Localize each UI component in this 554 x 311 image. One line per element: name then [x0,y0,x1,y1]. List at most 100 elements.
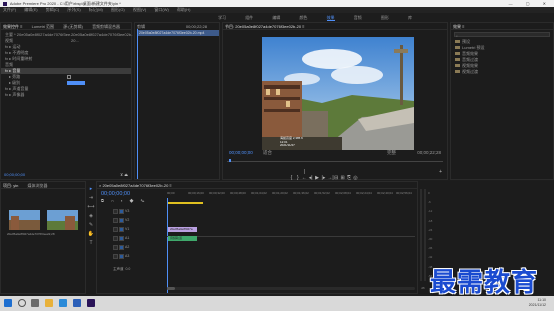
project-thumb-1[interactable] [9,210,40,230]
workspace-graphics[interactable]: 图形 [381,15,389,20]
system-clock[interactable]: 11:10 2021/11/12 [529,298,546,308]
master-track-label: 主声道 [113,267,124,271]
track-v3[interactable]: V3 [97,208,215,215]
timeline-scrollbar[interactable] [167,287,415,290]
type-tool-icon[interactable]: T [86,240,96,246]
ec-row-level[interactable]: ▸ 级别 [1,80,131,86]
ec-timecode[interactable]: 00;00;00;00 [4,172,25,177]
timeline-scroll-thumb[interactable] [167,287,175,290]
lock-icon[interactable] [113,208,118,214]
tab-source[interactable]: 源:(无剪辑) [63,24,83,29]
work-area-bar[interactable] [167,202,203,204]
timeline-header: × 20e05a0e8f027a4de7076f3ee02b-20 ≡ [97,182,417,189]
timeline-tool-icons[interactable]: ⧉ ∩ ▪ ◆ ✎ [101,198,147,203]
menu-view[interactable]: 视图(V) [133,7,146,12]
hand-tool-icon[interactable]: ✋ [86,231,96,237]
fit-dropdown[interactable]: 适合 [263,150,272,156]
word-icon[interactable] [73,299,81,307]
menu-help[interactable]: 帮助(H) [177,7,191,12]
file-explorer-icon[interactable] [45,299,53,307]
tab-effect-controls[interactable]: 效果控件 ≡ [3,24,22,29]
pen-tool-icon[interactable]: ✎ [86,222,96,228]
project-item-duration: 22;28 [47,232,55,236]
edge-icon[interactable] [59,299,67,307]
menu-edit[interactable]: 编辑(E) [24,7,37,12]
timeline-ruler[interactable]: 00;00 00;00;16;00 00;00;32;00 00;00;48;0… [167,191,415,201]
workspace-effects[interactable]: 效果 [326,15,335,21]
effects-item-video-transitions[interactable]: 视频过渡 [451,69,553,75]
search-icon[interactable] [18,299,26,307]
program-scrubber[interactable] [227,159,443,162]
go-to-in-button[interactable]: |← [302,169,307,181]
lock-icon[interactable] [113,226,118,232]
target-icon[interactable] [119,217,124,223]
workspace-libraries[interactable]: 库 [408,15,412,20]
target-icon[interactable] [119,208,124,214]
video-clip[interactable]: 20e05a0e8f027a [168,227,197,232]
program-title[interactable]: 节目: 20e05a0e8f027a4de7076f3ee02b-20 ≡ [225,24,305,29]
effects-item-label: Lumetri 预设 [462,45,485,50]
lock-icon[interactable] [113,253,118,259]
program-video-frame[interactable]: 海拔高度 2,385 ft 12:01 2021/11/27 [262,37,414,150]
transport-controls: { } |← ◂| ▶ |▸ →| ⊟ ⊞ ⎘ ◎ [289,169,358,181]
track-a2[interactable]: A2 [97,244,215,251]
track-select-tool-icon[interactable]: ⇥ [86,195,96,201]
menu-marker[interactable]: 标记(M) [89,7,103,12]
quality-dropdown[interactable]: 完整 [387,150,396,156]
effects-header: 效果 ≡ [451,23,553,30]
lock-icon[interactable] [113,235,118,241]
ec-clip-bar[interactable]: 20e05a0e8f027a4de7076f3ee02b-20.mp4 [137,30,219,36]
bypass-checkbox[interactable] [67,75,71,79]
track-master[interactable]: 主声道 0.0 [97,266,215,273]
target-icon[interactable] [119,244,124,250]
audio-clip[interactable]: 音频轨道 [168,236,197,241]
workspace-audio[interactable]: 音频 [354,15,362,20]
add-button[interactable]: + [439,169,442,175]
tab-lumetri-scopes[interactable]: Lumetri 范围 [32,24,54,29]
ec-filter-icon[interactable]: ⊻ ⏏ [120,172,128,177]
effects-item-label: 音频效果 [462,51,478,56]
timeline-title[interactable]: × 20e05a0e8f027a4de7076f3ee02b-20 ≡ [99,183,172,188]
tab-project[interactable]: 项目: yin [3,183,18,188]
clock-date: 2021/11/12 [528,303,546,307]
effects-title[interactable]: 效果 ≡ [453,24,464,29]
tab-media-browser[interactable]: 媒体浏览器 [27,183,47,188]
target-icon[interactable] [119,253,124,259]
workspace-learn[interactable]: 学习 [218,15,226,20]
project-thumb-2[interactable] [47,210,78,230]
lock-icon[interactable] [113,217,118,223]
workspace-assembly[interactable]: 组件 [245,15,253,20]
ripple-edit-tool-icon[interactable]: ⟷ [86,204,96,210]
tab-audio-mixer[interactable]: 音频剪辑混合器 [92,24,120,29]
video-scene-image [262,37,414,150]
menu-clip[interactable]: 剪辑(C) [46,7,60,12]
menu-sequence[interactable]: 序列(S) [67,7,80,12]
menu-window[interactable]: 窗口(W) [154,7,168,12]
task-view-icon[interactable] [31,299,39,307]
workspace-bar: 学习 组件 编辑 颜色 效果 音频 图形 库 [185,13,445,22]
target-icon[interactable] [119,235,124,241]
effects-item-label: 视频效果 [462,63,478,68]
level-value-field[interactable] [67,81,85,85]
target-icon[interactable] [119,226,124,232]
effects-search-input[interactable]: ⌕ [454,32,550,38]
track-a3[interactable]: A3 [97,253,215,260]
menu-file[interactable]: 文件(F) [3,7,16,12]
track-v1[interactable]: V1 [97,226,215,233]
workspace-editing[interactable]: 编辑 [272,15,280,20]
program-playhead[interactable] [229,159,231,162]
ec-playhead[interactable] [137,29,138,179]
lock-icon[interactable] [113,244,118,250]
window-controls[interactable]: — ▢ ✕ [509,0,552,7]
ec-row-panner[interactable]: fx ▸ 声像器 [1,92,131,98]
track-v2[interactable]: V2 [97,217,215,224]
program-timecode[interactable]: 00;00;00;00 [229,150,253,155]
razor-tool-icon[interactable]: ◈ [86,213,96,219]
selection-tool-icon[interactable]: ▸ [86,186,96,192]
folder-icon [455,52,460,56]
timeline-timecode[interactable]: 00;00;00;00 [101,191,130,197]
menu-graphics[interactable]: 图形(G) [111,7,125,12]
premiere-taskbar-icon[interactable] [87,299,95,307]
start-icon[interactable] [4,299,12,307]
workspace-color[interactable]: 颜色 [299,15,307,20]
